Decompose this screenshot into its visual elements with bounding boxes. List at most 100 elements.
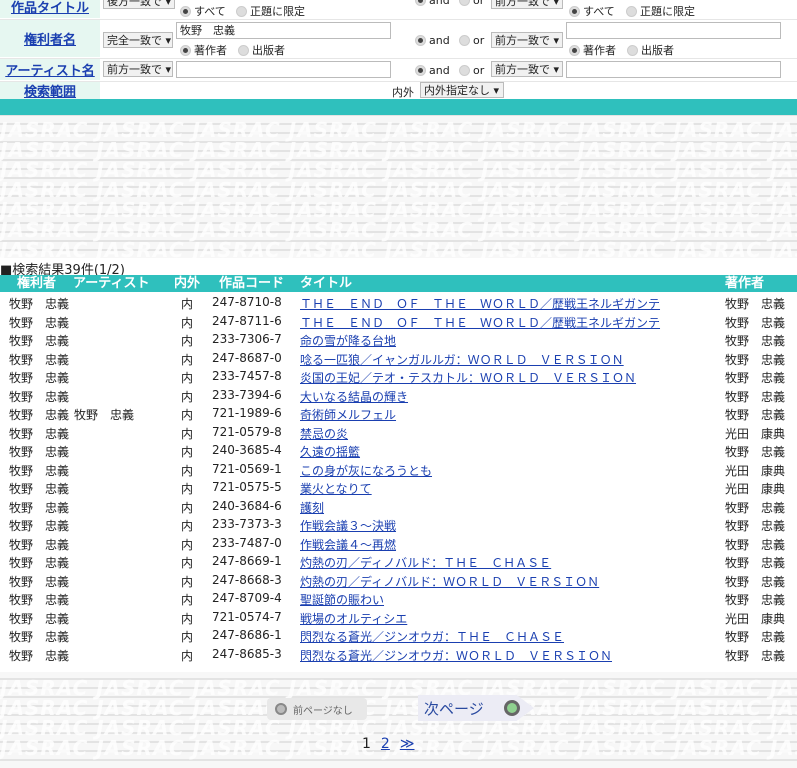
cell-title-link[interactable]: 聖誕節の賑わい: [300, 593, 384, 607]
inout-select[interactable]: 内外指定なし ▾: [420, 82, 504, 98]
cell-title-link[interactable]: 久遠の揺籃: [300, 445, 360, 459]
table-row: 牧野 忠義 牧野 忠義内 721-1989-6 奇術師メルフェル 牧野 忠義: [0, 404, 797, 423]
table-row: 牧野 忠義 内 247-8668-3 灼熱の刃／ディノバルド：ＷＯＲＬＤ ＶＥＲＳＩＯ…: [0, 571, 797, 590]
cell-title-link[interactable]: 業火となりて: [300, 482, 372, 496]
cell-code: 247-8710-8: [212, 295, 282, 309]
cell-title-link[interactable]: 炎国の王妃／テオ・テスカトル：ＷＯＲＬＤ ＶＥＲＳＩＯＮ: [300, 371, 636, 385]
cell-code: 721-1989-6: [212, 406, 282, 420]
cell-code: 240-3685-4: [212, 443, 282, 457]
cell-title-link[interactable]: 命の雪が降る台地: [300, 334, 396, 348]
cell-rights: 牧野 忠義: [9, 352, 70, 367]
cell-inout: 内: [181, 389, 194, 404]
cell-title-link[interactable]: 作戦会議３～決戦: [300, 519, 396, 533]
title-scope-main2-radio[interactable]: 正題に限定: [626, 3, 695, 19]
rights-role-author2-radio[interactable]: 著作者: [569, 42, 616, 58]
artist-or-radio[interactable]: or: [459, 64, 484, 77]
cell-author: 牧野 忠義: [725, 389, 786, 404]
rights-match2-select[interactable]: 前方一致で ▾: [491, 32, 563, 48]
cell-inout: 内: [181, 315, 194, 330]
cell-title-link[interactable]: 奇術師メルフェル: [300, 408, 396, 422]
col-inout: 内外: [174, 276, 201, 291]
range-row: 検索範囲 内外 内外指定なし ▾: [0, 82, 797, 100]
table-row: 牧野 忠義 内 247-8685-3 閃烈なる蒼光／ジンオウガ：ＷＯＲＬＤ ＶＥＲＳＩ…: [0, 645, 797, 664]
cell-title-link[interactable]: ＴＨＥ ＥＮＤ ＯＦ ＴＨＥ ＷＯＲＬＤ／歴戦王ネルギガンテ: [300, 316, 660, 330]
rights-match-select[interactable]: 完全一致で ▾: [103, 32, 173, 48]
rights-role-author-radio[interactable]: 著作者: [180, 42, 227, 58]
cell-title-link[interactable]: 灼熱の刃／ディノバルド：ＷＯＲＬＤ ＶＥＲＳＩＯＮ: [300, 575, 599, 589]
cell-inout: 内: [181, 500, 194, 515]
cell-title: 灼熱の刃／ディノバルド：ＷＯＲＬＤ ＶＥＲＳＩＯＮ: [300, 573, 599, 590]
cell-rights: 牧野 忠義: [9, 630, 70, 644]
cell-title: 命の雪が降る台地: [300, 332, 396, 349]
cell-code: 233-7487-0: [212, 535, 282, 550]
cell-title-link[interactable]: 灼熱の刃／ディノバルド：ＴＨＥ ＣＨＡＳＥ: [300, 556, 551, 570]
cell-title-link[interactable]: 戦場のオルティシエ: [300, 612, 407, 626]
cell-code: 247-8711-6: [212, 313, 282, 328]
cell-code: 233-7373-3: [212, 517, 282, 531]
cell-code: 247-8686-1: [212, 628, 282, 642]
rights-role-publisher2-radio[interactable]: 出版者: [627, 42, 674, 58]
cell-author: 牧野 忠義: [725, 500, 786, 515]
cell-inout: 内: [181, 630, 194, 644]
rights-or-radio[interactable]: or: [459, 34, 484, 47]
col-title: タイトル: [300, 276, 353, 291]
title-scope-all-radio[interactable]: すべて: [180, 3, 226, 19]
artist-match2-select[interactable]: 前方一致で ▾: [491, 61, 563, 77]
artist-and-radio[interactable]: and: [415, 64, 450, 77]
rights-holder-label[interactable]: 権利者名: [0, 20, 100, 57]
cell-title: 作戦会議４～再燃: [300, 536, 396, 553]
cell-author: 牧野 忠義: [725, 371, 786, 385]
prev-page-label: 前ページなし: [293, 705, 353, 717]
rights-holder2-input[interactable]: [566, 22, 781, 39]
artist-input[interactable]: [176, 61, 391, 78]
prev-page-button: 前ページなし: [267, 698, 367, 720]
cell-inout: 内: [181, 537, 194, 552]
cell-title-link[interactable]: 禁忌の炎: [300, 427, 348, 441]
cell-title: 護刻: [300, 499, 324, 516]
title-and-radio[interactable]: and: [415, 0, 450, 7]
title-search-label[interactable]: 作品タイトル: [0, 0, 100, 18]
artist-match-select[interactable]: 前方一致で ▾: [103, 61, 173, 77]
artist2-input[interactable]: [566, 61, 781, 78]
table-row: 牧野 忠義 内 247-8709-4 聖誕節の賑わい 牧野 忠義: [0, 589, 797, 608]
cell-author: 牧野 忠義: [725, 648, 786, 663]
title-or-radio[interactable]: or: [459, 0, 484, 7]
rights-holder-input[interactable]: 牧野 忠義: [176, 22, 391, 39]
cell-title-link[interactable]: この身が灰になろうとも: [300, 464, 432, 478]
cell-title-link[interactable]: 大いなる結晶の輝き: [300, 390, 408, 404]
cell-code: 721-0579-8: [212, 424, 282, 439]
title-scope-main-radio[interactable]: 正題に限定: [236, 3, 305, 19]
title-scope-all2-radio[interactable]: すべて: [569, 3, 615, 19]
cell-title-link[interactable]: ＴＨＥ ＥＮＤ ＯＦ ＴＨＥ ＷＯＲＬＤ／歴戦王ネルギガンテ: [300, 297, 660, 311]
cell-code: 247-8687-0: [212, 350, 282, 365]
cell-author: 牧野 忠義: [725, 519, 786, 533]
cell-title: 戦場のオルティシエ: [300, 610, 407, 627]
table-row: 牧野 忠義 内 240-3685-4 久遠の揺籃 牧野 忠義: [0, 441, 797, 460]
cell-rights: 牧野 忠義: [9, 389, 70, 404]
cell-title-link[interactable]: 作戦会議４～再燃: [300, 538, 396, 552]
title-match2-select[interactable]: 前方一致で ▾: [491, 0, 563, 9]
range-label[interactable]: 検索範囲: [0, 82, 100, 100]
next-page-button[interactable]: 次ページ: [418, 695, 534, 721]
cell-inout: 内: [181, 426, 194, 441]
cell-title-link[interactable]: 閃烈なる蒼光／ジンオウガ：ＴＨＥ ＣＨＡＳＥ: [300, 630, 564, 644]
cell-code: 721-0569-1: [212, 461, 282, 476]
cell-title-link[interactable]: 閃烈なる蒼光／ジンオウガ：ＷＯＲＬＤ ＶＥＲＳＩＯＮ: [300, 649, 612, 663]
cell-code: 247-8669-1: [212, 554, 282, 568]
cell-rights: 牧野 忠義: [9, 445, 70, 459]
rights-role-publisher-radio[interactable]: 出版者: [238, 42, 285, 58]
cell-author: 光田 康典: [725, 611, 786, 626]
page-2-link[interactable]: 2: [381, 736, 390, 752]
rights-and-radio[interactable]: and: [415, 34, 450, 47]
cell-rights: 牧野 忠義: [9, 574, 70, 589]
cell-title-link[interactable]: 唸る一匹狼／イャンガルルガ：ＷＯＲＬＤ ＶＥＲＳＩＯＮ: [300, 353, 624, 367]
cell-author: 牧野 忠義: [725, 593, 786, 607]
title-match-select[interactable]: 後方一致で ▾: [103, 0, 175, 9]
cell-code: 247-8668-3: [212, 572, 282, 587]
last-page-link[interactable]: ≫: [400, 736, 415, 752]
cell-rights: 牧野 忠義: [9, 482, 70, 496]
artist-label[interactable]: アーティスト名: [0, 59, 100, 80]
cell-code: 240-3684-6: [212, 498, 282, 513]
cell-rights: 牧野 忠義: [9, 611, 70, 626]
cell-title-link[interactable]: 護刻: [300, 501, 324, 515]
